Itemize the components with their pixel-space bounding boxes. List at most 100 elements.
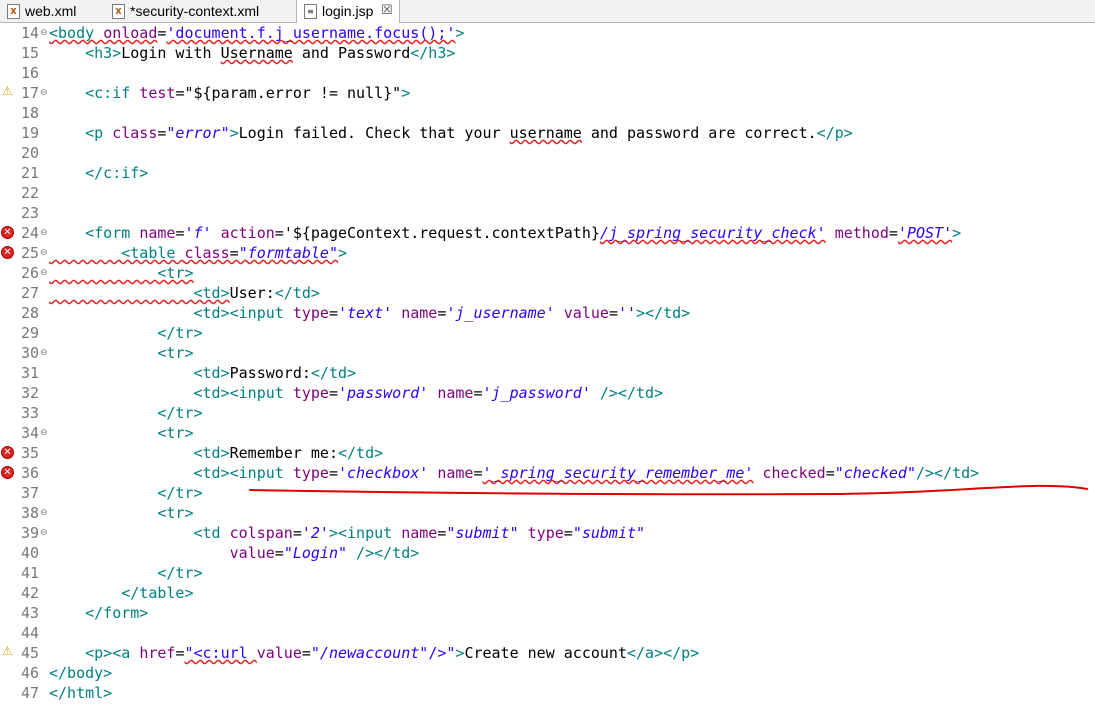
collapse-icon[interactable]: ⊖ [40,223,49,243]
error-icon[interactable]: ✕ [1,246,14,259]
code-line: 33 </tr> [0,403,1095,423]
line-code: <table class="formtable"> [49,244,348,262]
code-line: 20 [0,143,1095,163]
tab-label: login.jsp [322,3,374,19]
code-line: 19 <p class="error">Login failed. Check … [0,123,1095,143]
line-number: 20 [20,144,39,162]
line-number: 17 [20,84,39,102]
collapse-icon[interactable]: ⊖ [40,83,49,103]
collapse-icon[interactable]: ⊖ [40,503,49,523]
code-line: 41 </tr> [0,563,1095,583]
code-line: 37 </tr> [0,483,1095,503]
line-number: 32 [20,384,39,402]
code-line: 47 </html> [0,683,1095,703]
code-line: ✕ 24 ⊖ <form name='f' action='${pageCont… [0,223,1095,243]
line-code: </tr> [49,564,203,582]
line-number: 43 [20,604,39,622]
code-line: ⚠ 17 ⊖ <c:if test="${param.error != null… [0,83,1095,103]
collapse-icon[interactable]: ⊖ [40,263,49,283]
line-number: 35 [20,444,39,462]
collapse-icon[interactable]: ⊖ [40,343,49,363]
code-line: 22 [0,183,1095,203]
line-number: 28 [20,304,39,322]
code-line: 26 ⊖ <tr> [0,263,1095,283]
editor-tab-bar: X web.xml X *security-context.xml ≡ logi… [0,0,1095,23]
code-line: 40 value="Login" /></td> [0,543,1095,563]
line-code: <tr> [49,504,194,522]
code-line: 39 ⊖ <td colspan='2'><input name="submit… [0,523,1095,543]
code-line: 38 ⊖ <tr> [0,503,1095,523]
code-line: 15 <h3>Login with Username and Password<… [0,43,1095,63]
line-number: 29 [20,324,39,342]
line-code: <td>User:</td> [49,284,320,302]
code-line: 31 <td>Password:</td> [0,363,1095,383]
line-code: <td>Remember me:</td> [49,444,384,462]
line-code: <tr> [49,264,194,282]
line-code: <td><input type='checkbox' name='_spring… [49,464,980,482]
line-code: <h3>Login with Username and Password</h3… [49,44,456,62]
code-line: ⚠ 45 <p><a href="<c:url value="/newaccou… [0,643,1095,663]
code-line: ✕ 36 <td><input type='checkbox' name='_s… [0,463,1095,483]
warning-icon[interactable]: ⚠ [1,645,14,658]
code-line: ✕ 25 ⊖ <table class="formtable"> [0,243,1095,263]
line-number: 37 [20,484,39,502]
tab-label: *security-context.xml [130,3,260,19]
line-number: 21 [20,164,39,182]
collapse-icon[interactable]: ⊖ [40,423,49,443]
line-code: <td><input type='password' name='j_passw… [49,384,664,402]
xml-file-icon: X [7,4,20,19]
line-number: 30 [20,344,39,362]
line-number: 15 [20,44,39,62]
error-icon[interactable]: ✕ [1,466,14,479]
xml-file-icon: X [112,4,125,19]
code-line: 43 </form> [0,603,1095,623]
close-tab-icon[interactable]: ☒ [381,0,393,22]
line-number: 40 [20,544,39,562]
warning-icon[interactable]: ⚠ [1,85,14,98]
code-editor[interactable]: 14 ⊖ <body onload='document.f.j_username… [0,23,1095,707]
line-number: 23 [20,204,39,222]
line-code: </tr> [49,484,203,502]
tab-label: web.xml [25,3,77,19]
collapse-icon[interactable]: ⊖ [40,523,49,543]
line-number: 24 [20,224,39,242]
line-code: <td colspan='2'><input name="submit" typ… [49,524,646,542]
error-icon[interactable]: ✕ [1,446,14,459]
line-code: <form name='f' action='${pageContext.req… [49,224,962,242]
jsp-file-icon: ≡ [304,4,317,19]
line-code: <c:if test="${param.error != null}"> [49,84,411,102]
line-code: </tr> [49,324,203,342]
line-code: </body> [49,664,113,682]
line-number: 19 [20,124,39,142]
line-code: <p><a href="<c:url value="/newaccount"/>… [49,644,700,662]
collapse-icon[interactable]: ⊖ [40,23,49,43]
code-line: 30 ⊖ <tr> [0,343,1095,363]
collapse-icon[interactable]: ⊖ [40,243,49,263]
code-line: 28 <td><input type='text' name='j_userna… [0,303,1095,323]
line-code: </c:if> [49,164,149,182]
tab-web-xml[interactable]: X web.xml [0,0,103,22]
line-number: 45 [20,644,39,662]
code-line: 23 [0,203,1095,223]
line-code: <tr> [49,344,194,362]
error-icon[interactable]: ✕ [1,226,14,239]
code-line: 34 ⊖ <tr> [0,423,1095,443]
line-code: <tr> [49,424,194,442]
line-number: 16 [20,64,39,82]
code-line: 16 [0,63,1095,83]
code-line: 29 </tr> [0,323,1095,343]
line-number: 34 [20,424,39,442]
line-number: 26 [20,264,39,282]
tab-security-context-xml[interactable]: X *security-context.xml [105,0,295,22]
code-line: 44 [0,623,1095,643]
tab-login-jsp[interactable]: ≡ login.jsp ☒ [296,0,400,23]
line-number: 36 [20,464,39,482]
line-code: </table> [49,584,194,602]
code-line: ✕ 35 <td>Remember me:</td> [0,443,1095,463]
code-line: 46 </body> [0,663,1095,683]
line-code: </form> [49,604,149,622]
line-code: </html> [49,684,113,702]
code-line: 27 <td>User:</td> [0,283,1095,303]
line-number: 31 [20,364,39,382]
code-line: 21 </c:if> [0,163,1095,183]
